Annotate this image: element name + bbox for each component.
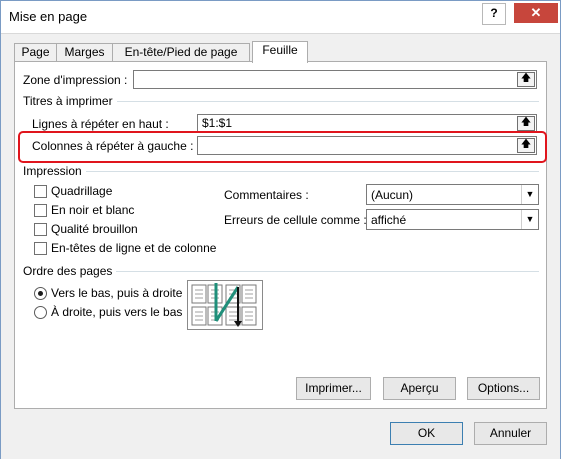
tab-page[interactable]: Page — [14, 43, 57, 62]
black-white-label[interactable]: En noir et blanc — [51, 203, 134, 217]
ok-button[interactable]: OK — [390, 422, 463, 445]
gridlines-checkbox[interactable] — [34, 185, 47, 198]
down-then-over-label[interactable]: Vers le bas, puis à droite — [51, 286, 182, 300]
options-button[interactable]: Options... — [467, 377, 540, 400]
over-then-down-radio[interactable] — [34, 306, 47, 319]
comments-label: Commentaires : — [224, 188, 309, 202]
order-group-label: Ordre des pages — [23, 264, 117, 278]
headings-checkbox[interactable] — [34, 242, 47, 255]
dialog-body: Page Marges En-tête/Pied de page Feuille… — [1, 33, 560, 459]
draft-checkbox[interactable] — [34, 223, 47, 236]
cancel-button[interactable]: Annuler — [474, 422, 547, 445]
page-order-preview-icon — [187, 280, 263, 330]
headings-label[interactable]: En-têtes de ligne et de colonne — [51, 241, 216, 255]
sheet-panel: Zone d'impression : 🡅 Titres à imprimer … — [14, 61, 547, 409]
rows-repeat-label: Lignes à répéter en haut : — [32, 117, 169, 131]
window-title: Mise en page — [9, 9, 88, 24]
down-then-over-radio[interactable] — [34, 287, 47, 300]
draft-label[interactable]: Qualité brouillon — [51, 222, 138, 236]
gridlines-label[interactable]: Quadrillage — [51, 184, 112, 198]
over-then-down-label[interactable]: À droite, puis vers le bas — [51, 305, 182, 319]
page-setup-window: Mise en page ? ✕ Page Marges En-tête/Pie… — [0, 0, 561, 459]
print-group-line — [23, 171, 539, 172]
collapse-dialog-icon[interactable]: 🡅 — [517, 116, 535, 131]
print-area-label: Zone d'impression : — [23, 73, 128, 87]
print-area-field[interactable]: 🡅 — [133, 70, 537, 89]
errors-select[interactable]: affiché ▼ — [366, 209, 539, 230]
chevron-down-icon[interactable]: ▼ — [521, 185, 538, 204]
chevron-down-icon[interactable]: ▼ — [521, 210, 538, 229]
black-white-checkbox[interactable] — [34, 204, 47, 217]
errors-label: Erreurs de cellule comme : — [224, 213, 367, 227]
tab-header-footer[interactable]: En-tête/Pied de page — [112, 43, 250, 62]
tab-margins[interactable]: Marges — [56, 43, 113, 62]
highlight-box — [18, 131, 547, 163]
help-button[interactable]: ? — [482, 3, 506, 25]
title-bar: Mise en page ? ✕ — [1, 1, 560, 33]
comments-select[interactable]: (Aucun) ▼ — [366, 184, 539, 205]
print-group-label: Impression — [23, 164, 86, 178]
collapse-dialog-icon[interactable]: 🡅 — [517, 72, 535, 87]
tab-sheet[interactable]: Feuille — [252, 41, 308, 63]
close-button[interactable]: ✕ — [514, 3, 558, 23]
preview-button[interactable]: Aperçu — [383, 377, 456, 400]
titles-group-label: Titres à imprimer — [23, 94, 117, 108]
print-button[interactable]: Imprimer... — [296, 377, 371, 400]
